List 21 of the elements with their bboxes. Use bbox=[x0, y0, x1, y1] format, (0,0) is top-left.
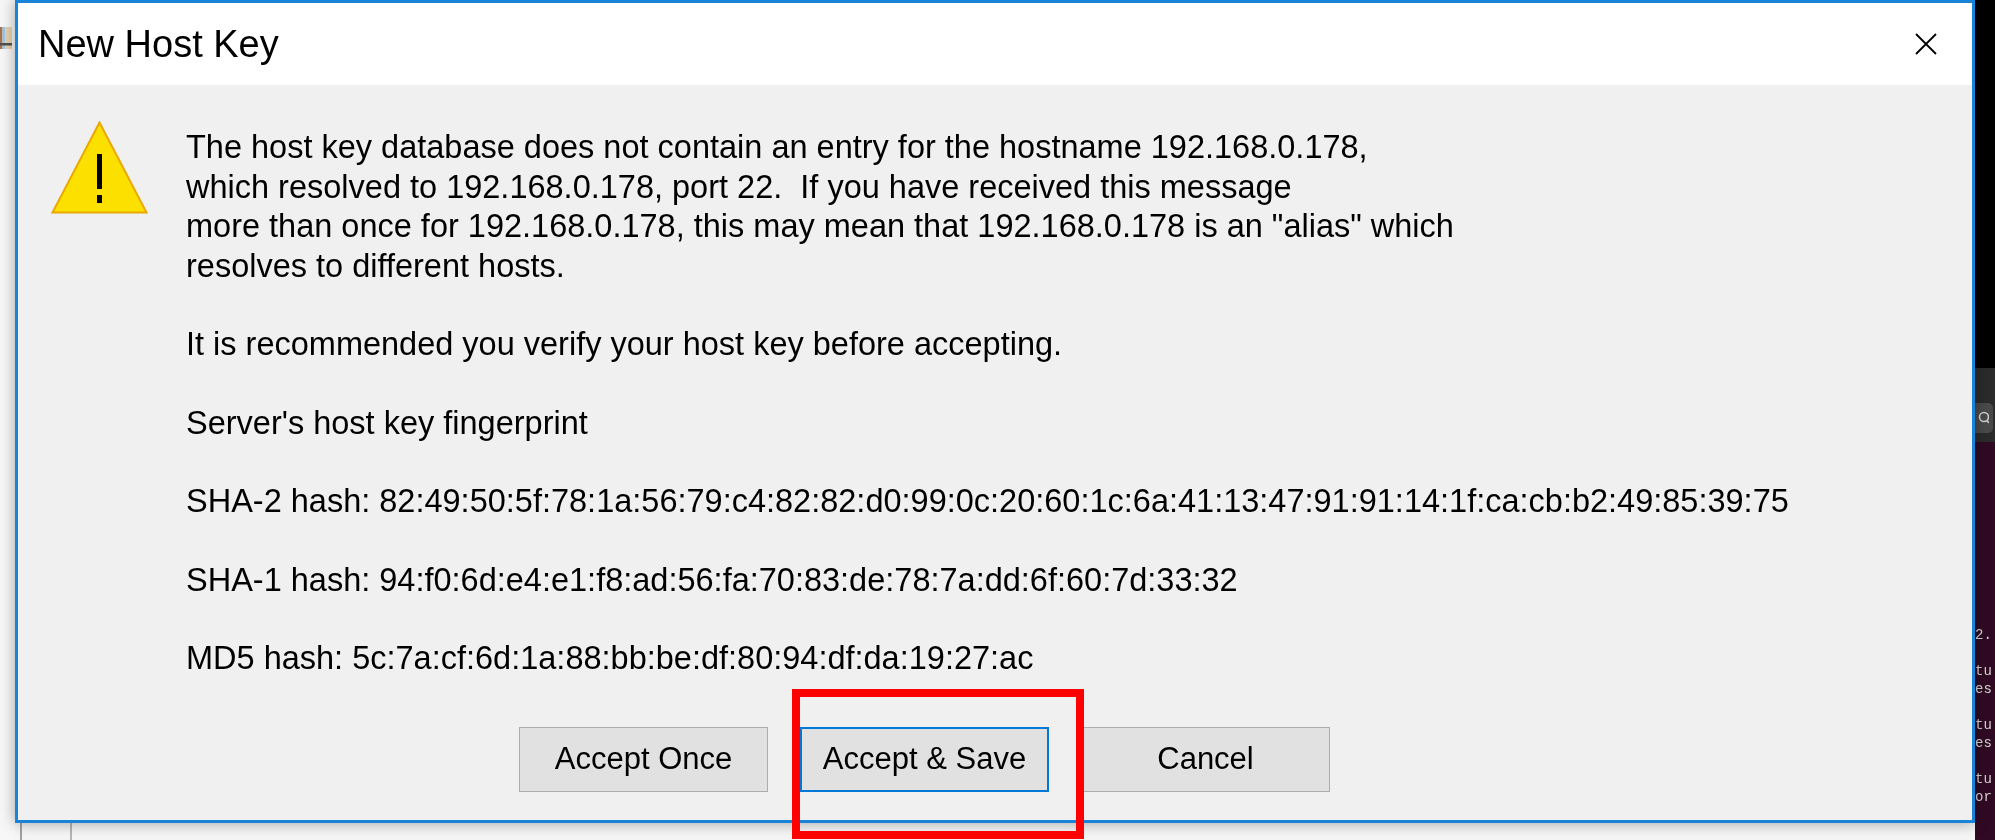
terminal-text: es bbox=[1975, 734, 1993, 752]
warning-icon bbox=[51, 121, 148, 214]
terminal-text: es bbox=[1975, 680, 1993, 698]
terminal-text: tu bbox=[1975, 770, 1993, 788]
hash-line: SHA-1 hash: 94:f0:6d:e4:e1:f8:ad:56:fa:70:83:de:78:7a:dd:6f:60:7d:33:32 bbox=[186, 560, 1239, 600]
terminal-text: 2. bbox=[1975, 626, 1993, 644]
terminal-text: or bbox=[1975, 788, 1993, 806]
terminal-text: tu bbox=[1975, 662, 1993, 680]
close-icon bbox=[1915, 33, 1937, 55]
dialog-button[interactable]: Accept Once bbox=[519, 726, 768, 792]
search-icon bbox=[1977, 411, 1989, 425]
message-paragraph: The host key database does not contain an entry for the hostname 192.168.0.178, which resolved to 192.168.0.178, port 22. If you have received this message more than once for 192.168.0.178, this may mean that 192.168.0.178 is an "alias" which resolves to different hosts. bbox=[186, 128, 1455, 286]
hash-line: SHA-2 hash: 82:49:50:5f:78:1a:56:79:c4:82:82:d0:99:0c:20:60:1c:6a:41:13:47:91:91:14:1f:ca:cb:b2:49:85:39:75 bbox=[186, 482, 1789, 521]
dialog-button[interactable]: Accept & Save bbox=[800, 726, 1049, 792]
dialog-title: New Host Key bbox=[38, 22, 279, 67]
terminal-text: tu bbox=[1975, 716, 1993, 734]
message-paragraph: It is recommended you verify your host key before accepting. bbox=[186, 325, 1064, 364]
search-button[interactable] bbox=[1975, 403, 1993, 433]
fingerprint-heading: Server's host key fingerprint bbox=[186, 403, 589, 443]
hash-line: MD5 hash: 5c:7a:cf:6d:1a:88:bb:be:df:80:94:df:da:19:27:ac bbox=[186, 639, 1035, 678]
dialog-button[interactable]: Cancel bbox=[1081, 726, 1330, 792]
